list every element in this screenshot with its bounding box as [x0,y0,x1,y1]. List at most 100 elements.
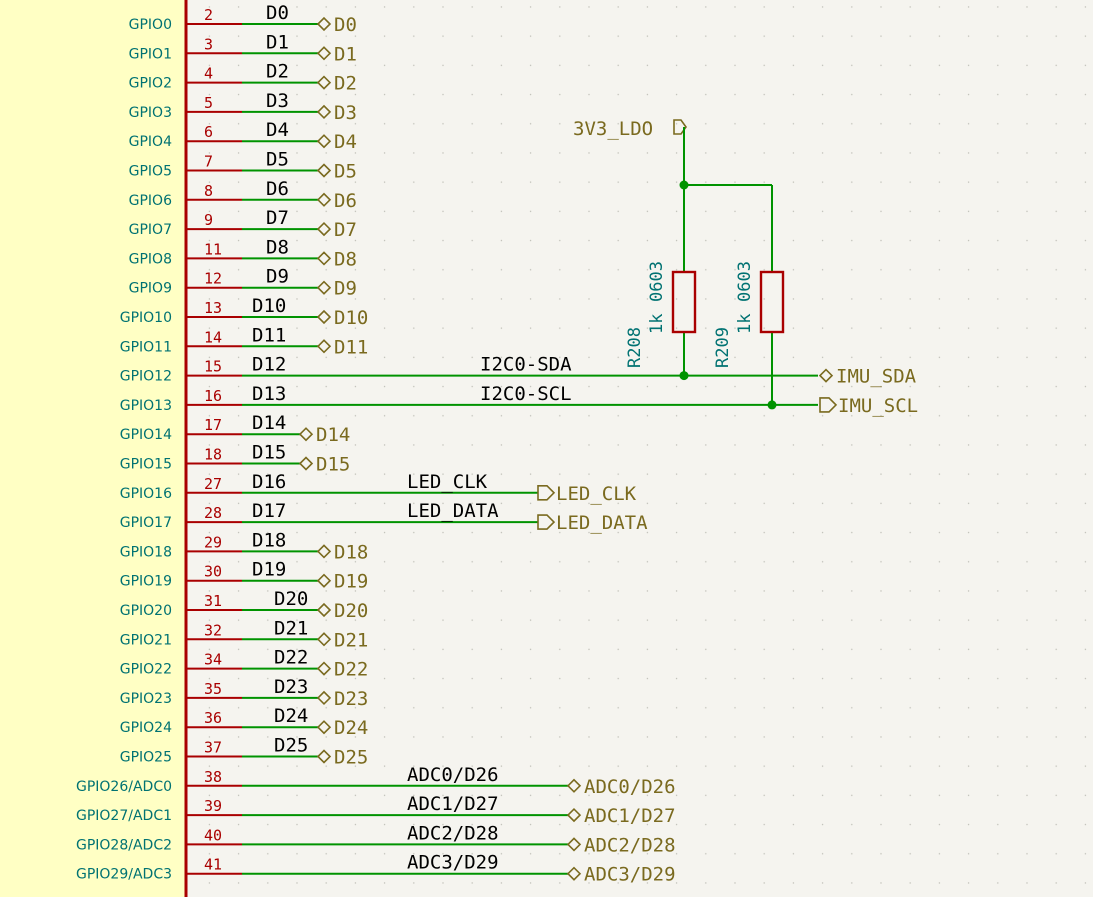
pin-number: 35 [204,680,222,698]
pin-name: GPIO10 [120,310,172,326]
pin-name: GPIO29/ADC3 [76,867,172,883]
net-label-secondary: I2C0-SDA [480,354,572,376]
global-label[interactable]: D11 [334,336,368,358]
global-label[interactable]: D22 [334,659,368,681]
net-label: D13 [252,383,286,405]
pin-name: GPIO12 [120,369,172,385]
pin-number: 40 [204,826,222,844]
resistor-ref: R209 [713,327,733,368]
net-label: D18 [252,529,286,551]
net-label: D10 [252,295,286,317]
global-label[interactable]: D7 [334,219,357,241]
pin-name: GPIO20 [120,603,172,619]
global-label[interactable]: D18 [334,541,368,563]
pin-name: GPIO28/ADC2 [76,837,172,853]
net-label: D17 [252,500,286,522]
net-label-secondary: ADC1/D27 [407,793,499,815]
pin-number: 5 [204,94,213,112]
resistor-package: 0603 [647,261,667,302]
net-label-secondary: I2C0-SCL [480,383,572,405]
global-label[interactable]: D20 [334,600,368,622]
junction-dot [679,371,689,381]
pin-number: 9 [204,211,213,229]
net-label: D20 [274,588,308,610]
pin-name: GPIO16 [120,486,172,502]
global-label[interactable]: D3 [334,102,357,124]
net-label: D23 [274,676,308,698]
pin-name: GPIO7 [129,222,172,238]
pin-number: 17 [204,416,222,434]
net-label: D11 [252,324,286,346]
pin-number: 34 [204,651,222,669]
pin-number: 30 [204,563,222,581]
net-label-secondary: ADC2/D28 [407,822,499,844]
pin-number: 38 [204,768,222,786]
pin-name: GPIO1 [129,46,172,62]
global-label[interactable]: D21 [334,629,368,651]
net-label: D9 [266,266,289,288]
pin-number: 3 [204,35,213,53]
net-label: D22 [274,647,308,669]
net-label: D5 [266,149,289,171]
net-label-secondary: ADC0/D26 [407,764,499,786]
net-label: D6 [266,178,289,200]
net-label: D1 [266,31,289,53]
global-label[interactable]: D10 [334,307,368,329]
global-label[interactable]: D4 [334,131,357,153]
pin-number: 41 [204,856,222,874]
net-label: D8 [266,236,289,258]
net-label-secondary: LED_CLK [407,471,488,493]
pin-name: GPIO24 [120,720,172,736]
global-label[interactable]: D23 [334,688,368,710]
pin-number: 16 [204,387,222,405]
global-label[interactable]: IMU_SDA [836,366,917,388]
pin-name: GPIO27/ADC1 [76,808,172,824]
global-label[interactable]: D2 [334,73,357,95]
global-label[interactable]: D14 [316,424,350,446]
resistor-value: 1k [735,314,755,334]
net-label: D21 [274,617,308,639]
resistor-ref: R208 [625,327,645,368]
global-label[interactable]: ADC2/D28 [584,834,676,856]
net-label: D0 [266,2,289,24]
global-label[interactable]: ADC1/D27 [584,805,676,827]
pin-name: GPIO21 [120,632,172,648]
global-label[interactable]: ADC0/D26 [584,776,676,798]
pin-number: 27 [204,475,222,493]
global-label[interactable]: D6 [334,190,357,212]
resistor-value: 1k [647,314,667,334]
global-label[interactable]: ADC3/D29 [584,864,676,886]
pin-name: GPIO9 [129,281,172,297]
net-label: D16 [252,471,286,493]
global-label[interactable]: IMU_SCL [838,395,918,417]
net-label: D4 [266,119,289,141]
global-label[interactable]: D19 [334,571,368,593]
global-label[interactable]: D0 [334,14,357,36]
pin-name: GPIO3 [129,105,172,121]
pin-name: GPIO8 [129,251,172,267]
global-label[interactable]: D25 [334,747,368,769]
pin-number: 7 [204,153,213,171]
global-label[interactable]: LED_DATA [556,512,648,534]
pin-name: GPIO15 [120,457,172,473]
pin-name: GPIO19 [120,574,172,590]
pin-number: 14 [204,328,222,346]
net-label: D19 [252,559,286,581]
pin-number: 12 [204,270,222,288]
pin-number: 11 [204,240,222,258]
global-label[interactable]: D5 [334,161,357,183]
global-label[interactable]: D9 [334,278,357,300]
pin-name: GPIO25 [120,750,172,766]
global-label[interactable]: LED_CLK [556,483,637,505]
net-label: D2 [266,61,289,83]
global-label[interactable]: D24 [334,717,368,739]
pin-name: GPIO13 [120,398,172,414]
resistor-package: 0603 [735,261,755,302]
global-label[interactable]: D1 [334,43,357,65]
pin-name: GPIO4 [129,134,172,150]
global-label[interactable]: D8 [334,248,357,270]
net-label: D25 [274,735,308,757]
global-label[interactable]: D15 [316,454,350,476]
pin-name: GPIO17 [120,515,172,531]
pin-number: 8 [204,182,213,200]
